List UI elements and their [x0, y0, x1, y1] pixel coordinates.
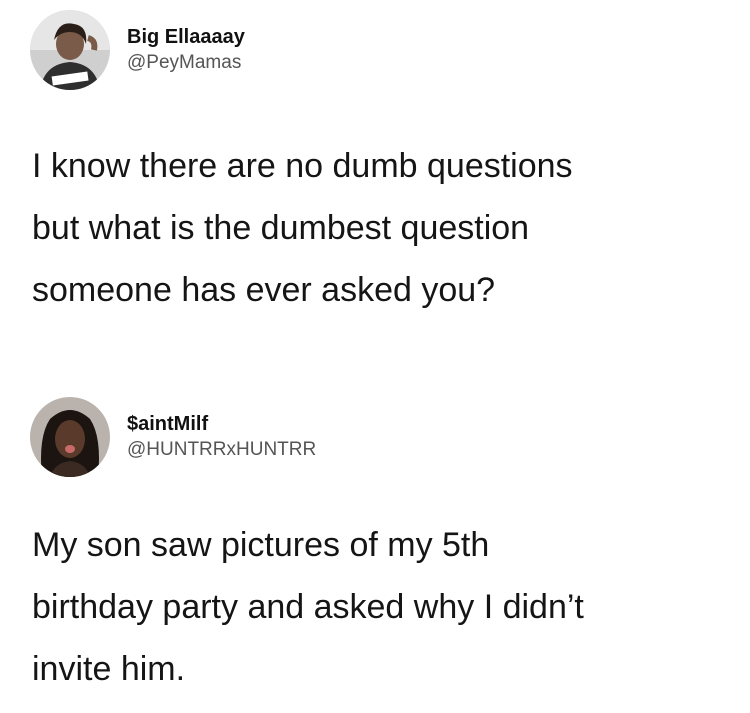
tweet-header: Big Ellaaaay @PeyMamas	[30, 10, 245, 90]
display-name[interactable]: $aintMilf	[127, 411, 316, 437]
avatar[interactable]	[30, 397, 110, 477]
tweet-text: I know there are no dumb questions but w…	[32, 147, 573, 309]
user-handle[interactable]: @HUNTRRxHUNTRR	[127, 437, 316, 463]
tweet-header: $aintMilf @HUNTRRxHUNTRR	[30, 397, 316, 477]
author-names: Big Ellaaaay @PeyMamas	[127, 24, 245, 76]
avatar[interactable]	[30, 10, 110, 90]
profile-photo-icon	[30, 10, 110, 90]
tweet-text: My son saw pictures of my 5th birthday p…	[32, 526, 584, 688]
author-names: $aintMilf @HUNTRRxHUNTRR	[127, 411, 316, 463]
profile-photo-icon	[30, 397, 110, 477]
display-name[interactable]: Big Ellaaaay	[127, 24, 245, 50]
user-handle[interactable]: @PeyMamas	[127, 50, 245, 76]
